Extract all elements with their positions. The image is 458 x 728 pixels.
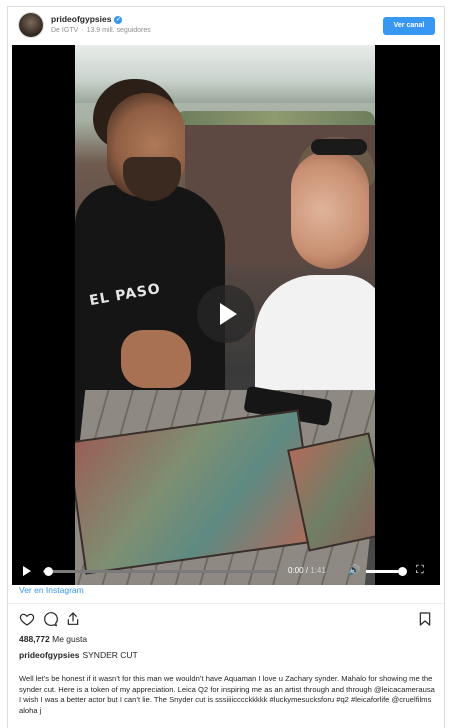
current-time: 0:00 [288,566,304,575]
progress-scrubber[interactable] [44,567,53,576]
likes-number: 488,772 [19,634,50,644]
volume-fill [366,570,398,573]
person-right-head [291,151,369,269]
likes-label: Me gusta [52,634,88,644]
fullscreen-icon[interactable]: ⛶ [416,565,424,576]
play-icon [220,303,237,325]
username-link[interactable]: prideofgypsies ✓ [51,14,123,24]
person-left-hand [121,330,191,388]
username-text: prideofgypsies [51,14,112,24]
followers-count: 13.9 mill. seguidores [86,27,151,34]
play-button[interactable] [197,285,255,343]
caption-username[interactable]: prideofgypsies [19,650,79,660]
divider [8,603,444,604]
view-on-instagram-link[interactable]: Ver en Instagram [19,585,84,595]
time-display: 0:00 / 1:41 [288,566,326,575]
video-controls: 0:00 / 1:41 🔊 ⛶ [12,558,440,585]
likes-count[interactable]: 488,772 Me gusta [19,634,87,644]
post-subline: De IGTV · 13.9 mill. seguidores [51,27,151,34]
separator-dot: · [81,27,84,34]
instagram-embed-card: prideofgypsies ✓ De IGTV · 13.9 mill. segui… [7,6,445,728]
share-icon[interactable] [65,611,81,627]
heart-icon[interactable] [19,611,35,627]
control-play-icon[interactable] [23,566,31,576]
post-header: prideofgypsies ✓ De IGTV · 13.9 mill. segui… [8,7,444,45]
bookmark-icon[interactable] [417,611,433,627]
caption-title-text: SYNDER CUT [82,650,138,660]
volume-knob[interactable] [398,567,407,576]
comment-icon[interactable] [42,611,58,627]
progress-track[interactable] [43,570,277,573]
video-player[interactable]: EL PASO 0:00 / 1:41 🔊 ⛶ [12,45,440,585]
caption-heading: prideofgypsies SYNDER CUT [19,650,138,660]
action-bar [8,607,444,631]
volume-icon[interactable]: 🔊 [348,566,360,576]
verified-badge-icon: ✓ [114,16,123,24]
view-channel-button[interactable]: Ver canal [383,17,435,35]
avatar[interactable] [19,13,43,37]
duration: 1:41 [310,566,326,575]
sunglasses [311,139,367,155]
caption-body: Well let’s be honest if it wasn’t for th… [19,674,435,715]
source-label: De IGTV [51,27,79,34]
